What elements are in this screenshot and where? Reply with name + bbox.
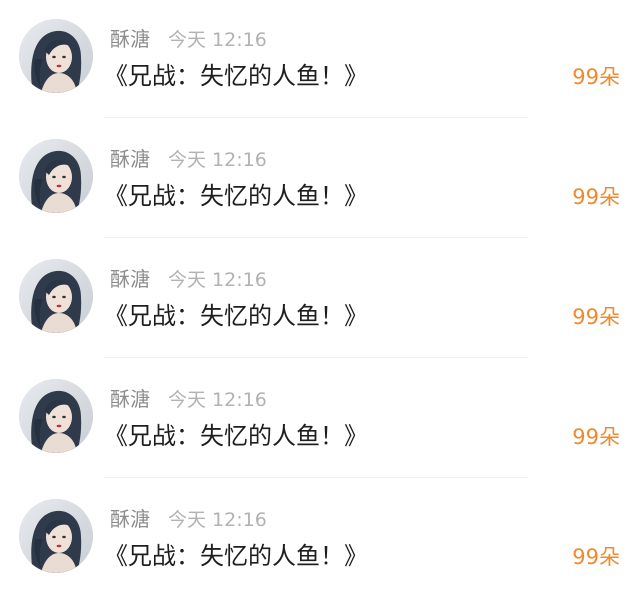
username[interactable]: 酥溏 bbox=[110, 387, 150, 411]
divider bbox=[104, 237, 528, 238]
user-avatar-icon bbox=[19, 259, 93, 333]
timestamp: 今天 12:16 bbox=[168, 29, 267, 51]
avatar[interactable] bbox=[19, 499, 93, 573]
user-avatar-icon bbox=[19, 19, 93, 93]
flower-count: 99朵 bbox=[572, 65, 620, 89]
timestamp: 今天 12:16 bbox=[168, 389, 267, 411]
list-item[interactable]: 酥溏 今天 12:16 《兄战：失忆的人鱼！》 99朵 bbox=[0, 0, 640, 120]
avatar[interactable] bbox=[19, 259, 93, 333]
divider bbox=[104, 117, 528, 118]
user-avatar-icon bbox=[19, 139, 93, 213]
username[interactable]: 酥溏 bbox=[110, 267, 150, 291]
divider bbox=[104, 357, 528, 358]
divider bbox=[104, 477, 528, 478]
story-title[interactable]: 《兄战：失忆的人鱼！》 bbox=[104, 421, 368, 451]
username[interactable]: 酥溏 bbox=[110, 27, 150, 51]
avatar[interactable] bbox=[19, 139, 93, 213]
avatar[interactable] bbox=[19, 19, 93, 93]
flower-count: 99朵 bbox=[572, 305, 620, 329]
flower-count: 99朵 bbox=[572, 185, 620, 209]
username[interactable]: 酥溏 bbox=[110, 507, 150, 531]
flower-count: 99朵 bbox=[572, 545, 620, 569]
list-item[interactable]: 酥溏 今天 12:16 《兄战：失忆的人鱼！》 99朵 bbox=[0, 240, 640, 360]
avatar[interactable] bbox=[19, 379, 93, 453]
timestamp: 今天 12:16 bbox=[168, 509, 267, 531]
timestamp: 今天 12:16 bbox=[168, 149, 267, 171]
flower-count: 99朵 bbox=[572, 425, 620, 449]
story-title[interactable]: 《兄战：失忆的人鱼！》 bbox=[104, 61, 368, 91]
list-item[interactable]: 酥溏 今天 12:16 《兄战：失忆的人鱼！》 99朵 bbox=[0, 120, 640, 240]
list-item[interactable]: 酥溏 今天 12:16 《兄战：失忆的人鱼！》 99朵 bbox=[0, 360, 640, 480]
list-item[interactable]: 酥溏 今天 12:16 《兄战：失忆的人鱼！》 99朵 bbox=[0, 480, 640, 600]
story-title[interactable]: 《兄战：失忆的人鱼！》 bbox=[104, 541, 368, 571]
username[interactable]: 酥溏 bbox=[110, 147, 150, 171]
message-list: 酥溏 今天 12:16 《兄战：失忆的人鱼！》 99朵 酥溏 今天 12:16 … bbox=[0, 0, 640, 599]
timestamp: 今天 12:16 bbox=[168, 269, 267, 291]
user-avatar-icon bbox=[19, 499, 93, 573]
story-title[interactable]: 《兄战：失忆的人鱼！》 bbox=[104, 301, 368, 331]
story-title[interactable]: 《兄战：失忆的人鱼！》 bbox=[104, 181, 368, 211]
user-avatar-icon bbox=[19, 379, 93, 453]
